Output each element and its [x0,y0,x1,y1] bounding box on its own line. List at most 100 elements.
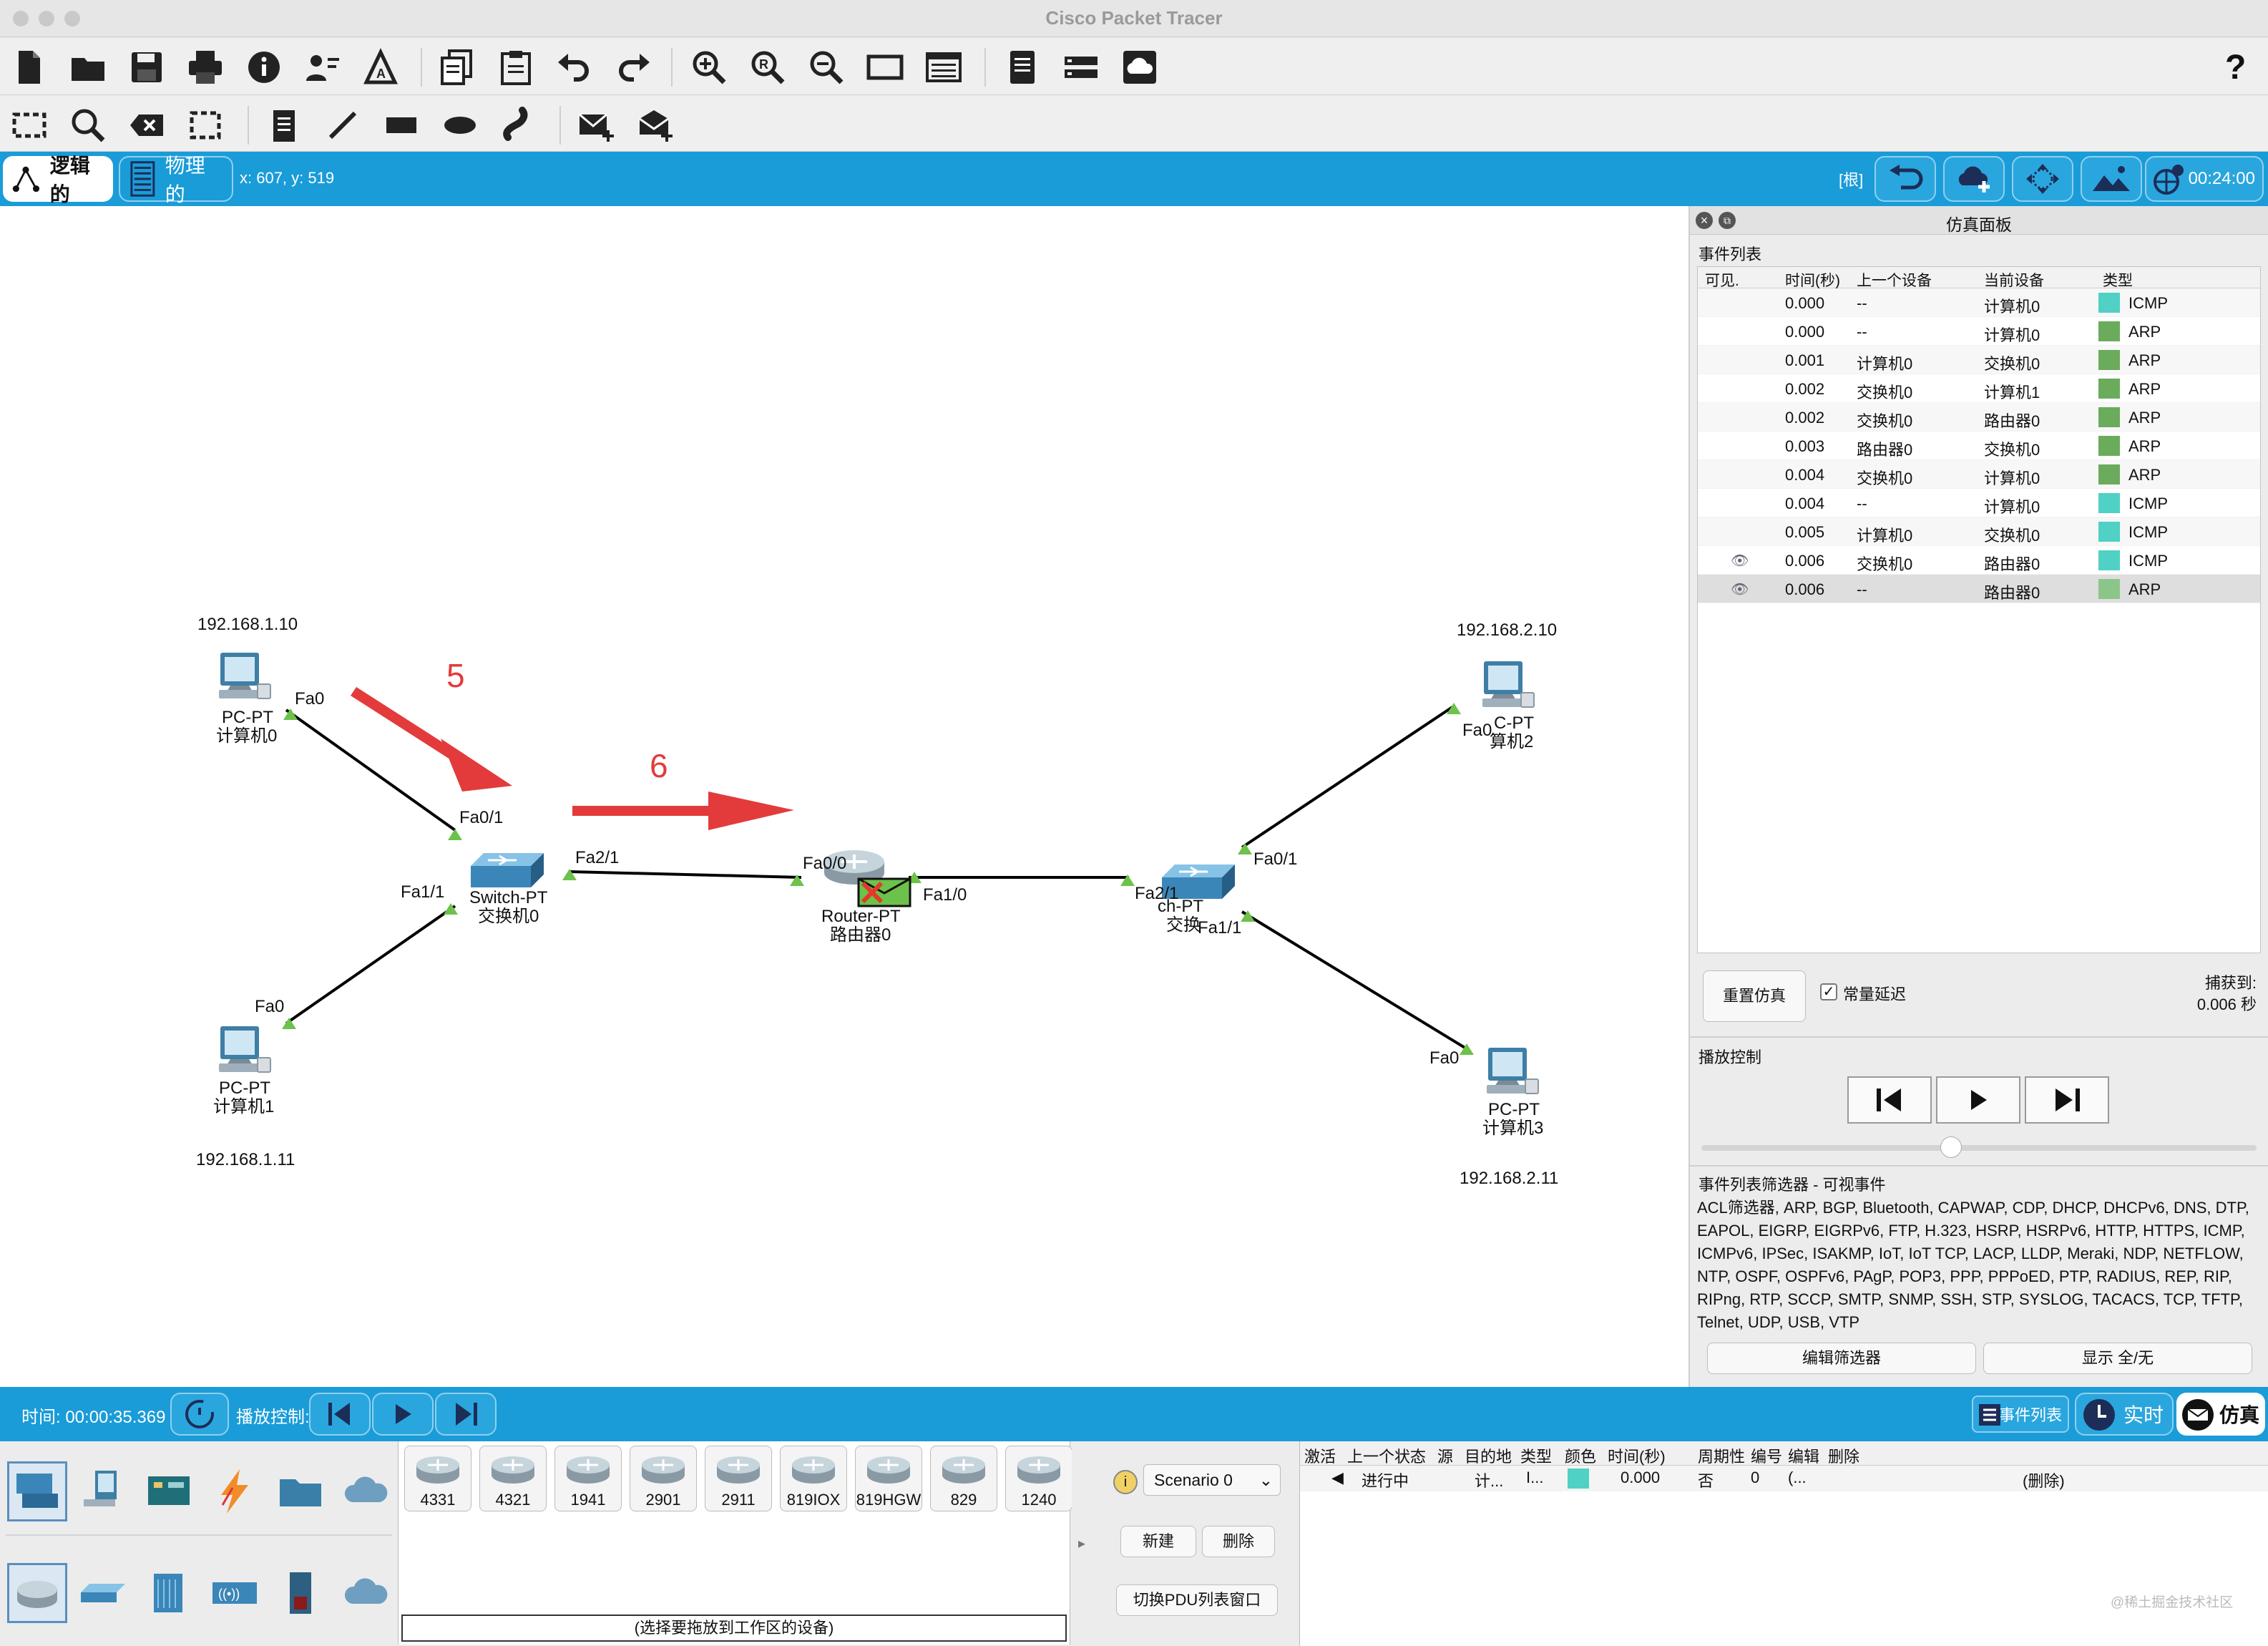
step-forward-button[interactable] [2025,1076,2109,1124]
pc0-icon[interactable] [218,652,271,699]
device-model-item[interactable]: 1240 [1005,1446,1072,1511]
link-pc1-sw0[interactable] [285,905,456,1025]
event-list-toggle-button[interactable]: 事件列表 [1972,1396,2069,1433]
delete-icon[interactable] [123,103,170,147]
eye-icon[interactable]: 👁 [1731,580,1749,598]
link-sw1-pc3[interactable] [1241,910,1471,1052]
switch0-icon[interactable] [469,852,545,889]
constant-delay-checkbox[interactable]: ✓ [1820,983,1837,1000]
zoom-out-icon[interactable] [803,45,850,89]
event-row[interactable]: 0.002 交换机0 路由器0 ARP [1698,403,2260,432]
network-devices-category[interactable] [7,1461,67,1521]
clock-button[interactable]: 00:24:00 [2145,156,2264,202]
scenario-dropdown[interactable]: Scenario 0 ⌄ [1143,1464,1281,1496]
place-note-icon[interactable] [260,103,308,147]
device-model-item[interactable]: 2901 [630,1446,697,1511]
activity-wizard-icon[interactable]: A [358,45,405,89]
edit-filters-button[interactable]: 编辑筛选器 [1707,1343,1976,1374]
device-model-item[interactable]: 829 [930,1446,997,1511]
back-button[interactable] [1874,156,1936,202]
security-subcategory[interactable] [270,1563,331,1623]
event-row[interactable]: 0.004 -- 计算机0 ICMP [1698,489,2260,517]
event-row[interactable]: 0.004 交换机0 计算机0 ARP [1698,460,2260,489]
end-devices-category[interactable] [73,1461,133,1521]
pdu-column-header[interactable]: 激活 [1304,1444,1336,1467]
user-profile-icon[interactable] [299,45,346,89]
pc3-icon[interactable] [1486,1047,1539,1094]
device-model-item[interactable]: 819HGW [855,1446,922,1511]
pc2-icon[interactable] [1482,661,1535,708]
event-row[interactable]: 0.000 -- 计算机0 ARP [1698,317,2260,346]
root-level-label[interactable]: [根] [1839,167,1863,190]
wan-emulation-subcategory[interactable] [336,1563,396,1623]
panel-splitter[interactable]: ▸ [1072,1441,1092,1646]
event-row[interactable]: 0.002 交换机0 计算机1 ARP [1698,374,2260,403]
pdu-envelope-icon[interactable] [857,877,911,907]
link-pc0-sw0[interactable] [285,708,456,832]
delete-scenario-button[interactable]: 删除 [1202,1526,1275,1557]
pdu-column-header[interactable]: 周期性 [1698,1444,1745,1467]
pdu-column-header[interactable]: 删除 [1828,1444,1859,1467]
event-row[interactable]: 0.005 计算机0 交换机0 ICMP [1698,517,2260,546]
device-model-item[interactable]: 819IOX [780,1446,847,1511]
inspect-icon[interactable] [64,103,112,147]
logical-view-tab[interactable]: 逻辑的 [3,155,113,205]
pdu-column-header[interactable]: 编号 [1751,1444,1782,1467]
slider-thumb[interactable] [1940,1136,1962,1158]
zoom-in-icon[interactable] [685,45,733,89]
power-cycle-button[interactable] [170,1393,229,1436]
add-complex-pdu-icon[interactable] [631,103,678,147]
print-icon[interactable] [182,45,229,89]
logical-workspace[interactable]: 192.168.1.10 192.168.1.11 192.168.2.10 1… [0,206,1688,1387]
pdu-column-header[interactable]: 类型 [1520,1444,1552,1467]
draw-line-icon[interactable] [319,103,366,147]
event-row[interactable]: 0.000 -- 计算机0 ICMP [1698,288,2260,317]
pdu-active-toggle[interactable]: ◀ [1331,1469,1344,1487]
draw-rectangle-icon[interactable] [378,103,425,147]
resize-shape-icon[interactable] [182,103,229,147]
step-back-button[interactable] [1847,1076,1932,1124]
simulation-mode-button[interactable]: 仿真 [2176,1393,2265,1436]
realtime-mode-button[interactable]: 实时 [2075,1393,2174,1436]
pdu-column-header[interactable]: 源 [1437,1444,1453,1467]
zoom-reset-icon[interactable]: R [744,45,791,89]
show-all-none-button[interactable]: 显示 全/无 [1983,1343,2252,1374]
event-row[interactable]: 👁 0.006 -- 路由器0 ARP [1698,575,2260,603]
eye-icon[interactable]: 👁 [1731,552,1749,570]
scenario-info-icon[interactable]: i [1113,1470,1138,1494]
freeform-icon[interactable] [495,103,542,147]
switches-subcategory[interactable] [73,1563,133,1623]
cloud-device-icon[interactable] [1116,45,1163,89]
bottom-step-back-button[interactable] [309,1393,371,1436]
pdu-row[interactable]: ◀ 进行中 计... I... 0.000 否 0 (... (删除) [1300,1466,2268,1491]
document-icon[interactable] [999,45,1046,89]
event-row[interactable]: 0.003 路由器0 交换机0 ARP [1698,432,2260,460]
wireless-subcategory[interactable]: ((•)) [205,1563,265,1623]
copy-icon[interactable] [434,45,481,89]
col-type[interactable]: 类型 [2103,269,2133,291]
event-row[interactable]: 0.001 计算机0 交换机0 ARP [1698,346,2260,374]
open-folder-icon[interactable] [64,45,112,89]
pdu-column-header[interactable]: 目的地 [1465,1444,1512,1467]
new-file-icon[interactable] [6,45,53,89]
multiuser-category[interactable] [336,1461,396,1521]
col-time[interactable]: 时间(秒) [1785,269,1840,291]
select-icon[interactable] [6,103,53,147]
info-icon[interactable] [240,45,288,89]
pdu-delete[interactable]: (删除) [2023,1469,2065,1491]
new-cluster-button[interactable] [1943,156,2005,202]
miscellaneous-category[interactable] [270,1461,331,1521]
pc1-icon[interactable] [218,1026,271,1073]
network-device-icon[interactable] [1057,45,1105,89]
routers-subcategory[interactable] [7,1563,67,1623]
device-model-item[interactable]: 4321 [479,1446,547,1511]
pdu-edit[interactable]: (... [1788,1469,1807,1487]
pdu-column-header[interactable]: 上一个状态 [1347,1444,1426,1467]
components-category[interactable] [139,1461,199,1521]
toggle-pdu-list-button[interactable]: 切换PDU列表窗口 [1116,1584,1278,1616]
save-icon[interactable] [123,45,170,89]
playback-speed-slider[interactable] [1701,1136,2257,1158]
set-background-button[interactable] [2081,156,2142,202]
event-row[interactable]: 👁 0.006 交换机0 路由器0 ICMP [1698,546,2260,575]
reset-simulation-button[interactable]: 重置仿真 [1703,970,1806,1022]
